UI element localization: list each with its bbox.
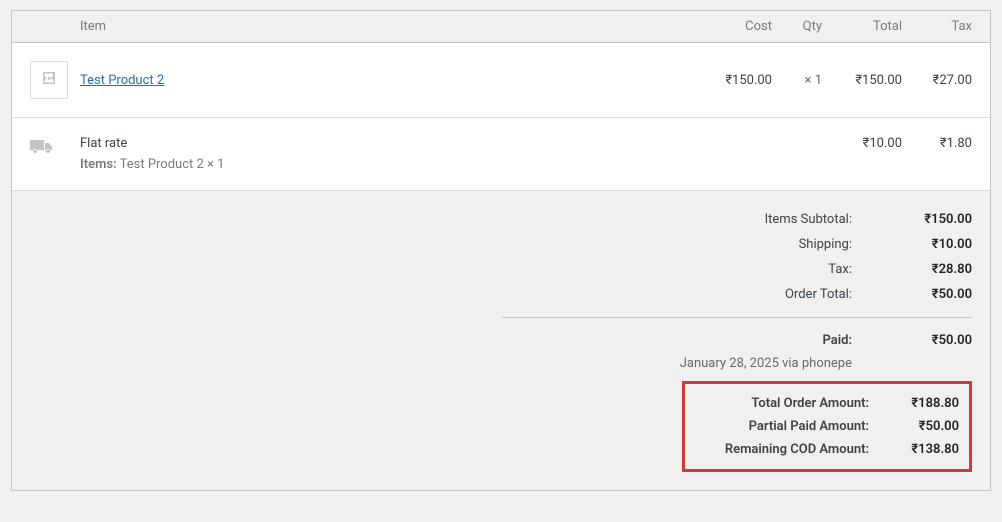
product-thumbnail[interactable] [30, 61, 68, 99]
paid-meta: January 28, 2025 via phonepe [502, 353, 972, 381]
shipping-row: Flat rate Items: Test Product 2 × 1 ₹10.… [12, 118, 990, 191]
col-header-total: Total [822, 19, 902, 34]
line-item-qty: × 1 [772, 73, 822, 88]
paid-label: Paid: [502, 333, 892, 348]
items-subtotal-label: Items Subtotal: [502, 212, 892, 227]
tax-value: ₹28.80 [892, 262, 972, 277]
col-header-item: Item [80, 19, 702, 34]
order-totals: Items Subtotal: ₹150.00 Shipping: ₹10.00… [12, 191, 990, 490]
partial-cod-highlight: Total Order Amount: ₹188.80 Partial Paid… [682, 381, 972, 472]
shipping-tax: ₹1.80 [902, 136, 972, 151]
items-header: Item Cost Qty Total Tax [12, 11, 990, 43]
items-subtotal-value: ₹150.00 [892, 212, 972, 227]
total-order-amount-label: Total Order Amount: [695, 396, 889, 411]
shipping-total-value: ₹10.00 [892, 237, 972, 252]
paid-value: ₹50.00 [892, 333, 972, 348]
col-header-tax: Tax [902, 19, 972, 34]
divider [502, 317, 972, 318]
shipping-total-label: Shipping: [502, 237, 892, 252]
product-name-link[interactable]: Test Product 2 [80, 73, 164, 88]
remaining-cod-label: Remaining COD Amount: [695, 442, 889, 457]
partial-paid-value: ₹50.00 [889, 419, 959, 434]
tax-label: Tax: [502, 262, 892, 277]
shipping-total: ₹10.00 [822, 136, 902, 151]
total-order-amount-value: ₹188.80 [889, 396, 959, 411]
truck-icon [30, 143, 54, 158]
line-item-row: Test Product 2 ₹150.00 × 1 ₹150.00 ₹27.0… [12, 43, 990, 118]
shipping-items-meta: Items: Test Product 2 × 1 [80, 157, 702, 172]
line-item-tax: ₹27.00 [902, 73, 972, 88]
partial-paid-label: Partial Paid Amount: [695, 419, 889, 434]
order-items-panel: Item Cost Qty Total Tax Test Product 2 ₹… [11, 10, 991, 491]
col-header-qty: Qty [772, 19, 822, 34]
col-header-cost: Cost [702, 19, 772, 34]
line-item-total: ₹150.00 [822, 73, 902, 88]
shipping-method-name: Flat rate [80, 136, 702, 151]
order-total-value: ₹50.00 [892, 287, 972, 302]
remaining-cod-value: ₹138.80 [889, 442, 959, 457]
order-total-label: Order Total: [502, 287, 892, 302]
line-item-cost: ₹150.00 [702, 73, 772, 88]
placeholder-image-icon [40, 69, 58, 91]
